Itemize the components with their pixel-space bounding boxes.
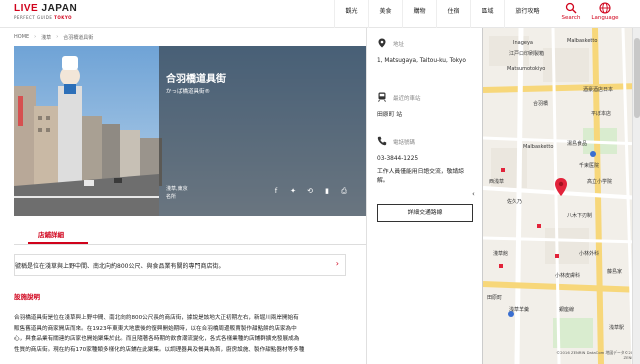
map-label: 藤島家 (607, 269, 623, 275)
tab-store-details[interactable]: 店鋪詳細 (38, 229, 64, 239)
share-icon[interactable]: ⟲ (306, 187, 314, 196)
nav-area[interactable]: 區域 (470, 0, 504, 28)
station-value: 田原町 站 (377, 112, 403, 118)
print-icon[interactable]: ⎙ (340, 187, 348, 196)
map-label: Malbasketto (567, 38, 598, 44)
logo-city: TOKYO (54, 15, 73, 20)
page-subtitle: かっぱ橋道具街® (166, 89, 211, 95)
map-label: 湯島食品 (567, 141, 588, 147)
description-line: 性質的商店街。現在約有170家種類多樣化的店鋪在此聚集。以調理器具及餐具為首，廚… (14, 346, 305, 353)
transport-details-button[interactable]: 詳細交通路線 (377, 204, 473, 222)
map-label: Inageya (513, 40, 533, 46)
collapse-panel-button[interactable]: ‹ (472, 190, 475, 198)
globe-icon (599, 2, 611, 14)
train-icon (378, 92, 386, 102)
search-icon (565, 2, 577, 14)
nav-shopping[interactable]: 購物 (402, 0, 436, 28)
phone-row: 電話號碼 03-3844-1225 工作人員僅能用日語交流，敬請諒解。 (377, 136, 473, 186)
info-panel: 地址 1, Matsugaya, Taitou-ku, Tokyo 最近的車站 … (366, 28, 482, 364)
map-label: 小林皮膚科 (555, 273, 581, 279)
logo-tagline: PERFECT GUIDE (14, 15, 53, 20)
address-label: 地址 (393, 42, 405, 48)
map-label: 平ぼ本店 (591, 111, 612, 117)
breadcrumb-home[interactable]: HOME (14, 34, 29, 41)
nav-lodging[interactable]: 住宿 (436, 0, 470, 28)
site-logo[interactable]: LIVE JAPAN PERFECT GUIDE TOKYO (14, 3, 77, 20)
hero-area-info: 淺草,東京 名所 (166, 185, 188, 201)
chevron-right-icon: › (335, 259, 339, 268)
language-button[interactable]: Language (589, 2, 621, 26)
map-label: 酒豪酒店日本 (583, 87, 614, 93)
search-label: Search (561, 15, 581, 21)
description-line: 合羽橋道具街是位在淺草與上野中間、南北向約800公尺長的商店街，據說是該地大正初… (14, 315, 299, 321)
map-label: 銀座線 (559, 307, 575, 313)
twitter-icon[interactable]: ✦ (289, 187, 297, 196)
logo-japan: JAPAN (38, 3, 78, 14)
breadcrumb-separator: › (34, 34, 37, 40)
tab-active-indicator (28, 242, 88, 244)
nav-sightseeing[interactable]: 觀光 (334, 0, 368, 28)
location-pin-icon (378, 38, 386, 48)
page-scrollbar[interactable] (632, 28, 640, 364)
hero-category[interactable]: 名所 (166, 193, 188, 201)
logo-live: LIVE (14, 3, 39, 14)
phone-value[interactable]: 03-3844-1225 (377, 155, 473, 164)
description-line: 心，與食品業有關連的店家也開始聚集於此。而且隨著各時期的飲食潮流變化，各式各樣業… (14, 336, 300, 342)
language-label: Language (591, 15, 619, 21)
map-label: 小林外科 (579, 251, 600, 257)
map-label: 合羽橋 (533, 101, 549, 107)
breadcrumb-separator: › (56, 34, 59, 40)
map-copyright: ©2016 ZENRIN DataCom 地図データ©2016 ZENRIN (556, 350, 638, 360)
map-label: 佐久乃 (507, 199, 523, 205)
facility-description: 合羽橋道具街是位在淺草與上野中間、南北向約800公尺長的商店街，據說是該地大正初… (14, 313, 344, 355)
tab-bar: 店鋪詳細 (14, 223, 366, 245)
address-row: 地址 1, Matsugaya, Taitou-ku, Tokyo (377, 38, 473, 66)
map-label: 浅草羊羹 (509, 307, 530, 313)
description-line: 販售舊道具的商家開店而來。在1923年東東大地震後的復興開始期時，以在合羽橋周邊… (14, 325, 297, 332)
map-label: 浅草駅 (609, 325, 625, 331)
map-label: 西浅草 (489, 179, 505, 185)
station-row: 最近的車站 田原町 站 (377, 92, 421, 120)
hero-area[interactable]: 淺草,東京 (166, 185, 188, 193)
site-header: LIVE JAPAN PERFECT GUIDE TOKYO 觀光 美食 購物 … (0, 0, 640, 28)
section-title: 設施說明 (14, 293, 40, 301)
station-label: 最近的車站 (393, 96, 421, 102)
summary-text: 號稱是位在淺草與上野中間、南北向約800公尺、與食品業有關的專門商店街。 (15, 263, 225, 270)
map-label: 田原町 (487, 295, 503, 301)
search-button[interactable]: Search (556, 2, 586, 26)
phone-label: 電話號碼 (393, 140, 416, 146)
map-label: 八木下刃制 (567, 213, 593, 219)
map-roads (483, 28, 640, 364)
scrollbar-thumb[interactable] (634, 38, 640, 118)
page-title: 合羽橋道具街 (166, 74, 226, 85)
phone-icon (377, 136, 387, 146)
breadcrumb-asakusa[interactable]: 淺草 (41, 34, 51, 41)
facebook-icon[interactable]: f (272, 187, 280, 196)
main-nav: 觀光 美食 購物 住宿 區域 旅行攻略 (334, 0, 550, 28)
share-icons: f ✦ ⟲ ▮ ⎙ (272, 187, 348, 196)
breadcrumb: HOME › 淺草 › 合羽橋道具街 (14, 34, 93, 41)
phone-note: 工作人員僅能用日語交流，敬請諒解。 (377, 169, 464, 184)
map-label: Malbasketto (523, 144, 554, 150)
map-label: Matsumotokiyo (507, 66, 546, 72)
map-label: 千束医院 (579, 163, 600, 169)
map-label: 高立小学院 (587, 179, 613, 185)
map-label: 江戸ロ印刷製箱 (509, 51, 545, 57)
map-view[interactable]: Inageya 江戸ロ印刷製箱 Matsumotokiyo Malbaskett… (482, 28, 640, 364)
nav-travel-guide[interactable]: 旅行攻略 (504, 0, 550, 28)
bookmark-icon[interactable]: ▮ (323, 187, 331, 196)
address-value: 1, Matsugaya, Taitou-ku, Tokyo (377, 58, 466, 64)
summary-box[interactable]: 號稱是位在淺草與上野中間、南北向約800公尺、與食品業有關的專門商店街。 › (14, 254, 346, 276)
nav-food[interactable]: 美食 (368, 0, 402, 28)
map-label: 淺草館 (493, 251, 509, 257)
breadcrumb-current: 合羽橋道具街 (63, 35, 94, 41)
